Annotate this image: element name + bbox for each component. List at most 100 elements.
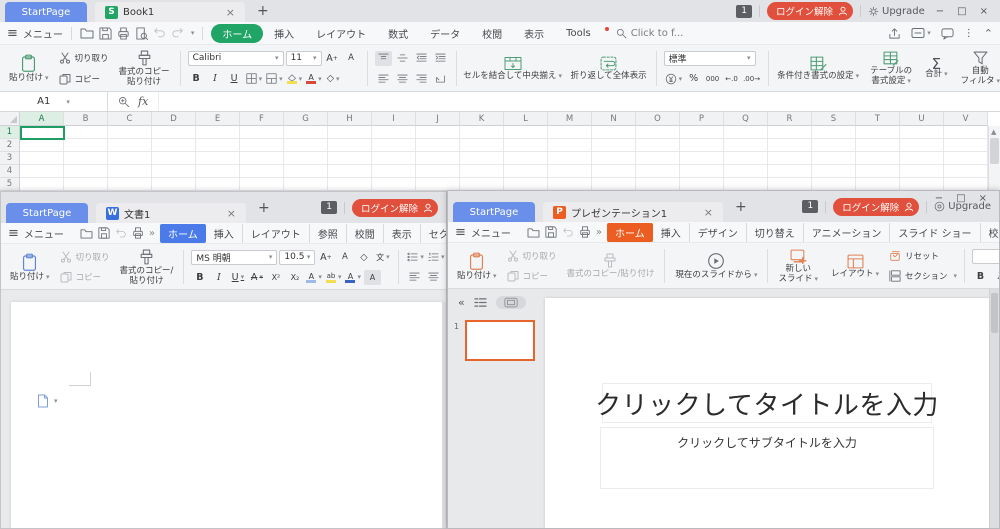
new-tab-button[interactable]: +	[723, 199, 759, 215]
paste-button[interactable]: 貼り付け▾	[452, 246, 502, 286]
table-format-button[interactable]: テーブルの 書式設定▾	[865, 48, 917, 89]
minimize-button[interactable]: −	[935, 193, 943, 204]
undo-icon[interactable]	[562, 227, 574, 238]
sum-button[interactable]: Σ 合計▾	[920, 48, 953, 89]
ribbon-tab-5[interactable]: アニメーション	[804, 223, 891, 242]
vertical-scrollbar[interactable]: ▲	[988, 126, 1000, 191]
fill-color-icon[interactable]: ▾	[286, 71, 304, 86]
paste-button[interactable]: 貼り付け▾	[5, 247, 55, 287]
number-format-select[interactable]: 標準▾	[664, 51, 756, 66]
column-header-H[interactable]: H	[328, 112, 372, 125]
more-quick-icons[interactable]: »	[596, 227, 602, 238]
close-tab-icon[interactable]: ×	[226, 6, 235, 19]
format-painter-button[interactable]: 書式のコピー/貼り付け	[562, 246, 660, 286]
font-name-select[interactable]: ▾	[972, 249, 999, 264]
phonetic-guide-icon[interactable]: 文▾	[374, 250, 391, 265]
font-name-select[interactable]: MS 明朝▾	[191, 250, 277, 265]
row-header-2[interactable]: 2	[0, 139, 19, 152]
format-painter-button[interactable]: 書式のコピー 貼り付け	[114, 48, 175, 89]
column-header-U[interactable]: U	[900, 112, 944, 125]
fx-icon[interactable]: fx	[138, 95, 148, 108]
notification-badge[interactable]: 1	[802, 200, 818, 213]
open-file-icon[interactable]	[527, 227, 540, 238]
character-shading-icon[interactable]: A	[364, 270, 381, 285]
switch-window-icon[interactable]: ▾	[911, 27, 931, 39]
subscript-icon[interactable]: X₂	[286, 270, 303, 285]
increase-font-icon[interactable]: A+	[317, 250, 334, 265]
print-icon[interactable]	[132, 227, 144, 239]
conditional-format-button[interactable]: 条件付き書式の設定▾	[774, 48, 862, 89]
undo-icon[interactable]	[115, 228, 127, 239]
zoom-formula-icon[interactable]	[118, 96, 130, 108]
cut-button[interactable]: 切り取り	[60, 251, 110, 263]
startpage-tab[interactable]: StartPage	[6, 203, 88, 223]
column-header-G[interactable]: G	[284, 112, 328, 125]
copy-button[interactable]: コピー	[59, 73, 109, 85]
column-header-P[interactable]: P	[680, 112, 724, 125]
paste-button[interactable]: 貼り付け▾	[4, 48, 54, 89]
vertical-scrollbar[interactable]	[442, 302, 446, 528]
new-tab-button[interactable]: +	[245, 3, 281, 19]
cells-area[interactable]: 12345	[0, 126, 988, 191]
close-tab-icon[interactable]: ×	[227, 207, 236, 220]
column-header-C[interactable]: C	[108, 112, 152, 125]
maximize-button[interactable]: □	[956, 193, 965, 204]
cut-button[interactable]: 切り取り	[59, 52, 109, 64]
menu-button[interactable]: メニュー	[471, 225, 511, 240]
column-header-M[interactable]: M	[548, 112, 592, 125]
outline-view-icon[interactable]	[474, 297, 487, 308]
column-header-J[interactable]: J	[416, 112, 460, 125]
scrollbar-thumb[interactable]	[990, 138, 999, 164]
column-header-K[interactable]: K	[460, 112, 504, 125]
italic-icon[interactable]: I	[991, 269, 999, 284]
print-icon[interactable]	[117, 27, 130, 40]
increase-font-icon[interactable]: A+	[324, 51, 341, 66]
decrease-indent-icon[interactable]	[413, 51, 430, 66]
column-header-A[interactable]: A	[20, 112, 64, 125]
column-header-E[interactable]: E	[196, 112, 240, 125]
font-size-select[interactable]: 10.5▾	[279, 250, 315, 265]
share-icon[interactable]	[888, 27, 901, 40]
numbered-list-icon[interactable]: ▾	[427, 250, 446, 265]
font-color-icon[interactable]: A▾	[344, 270, 362, 285]
column-header-N[interactable]: N	[592, 112, 636, 125]
print-preview-icon[interactable]	[135, 27, 148, 40]
scroll-up-icon[interactable]: ▲	[991, 128, 996, 136]
copy-button[interactable]: コピー	[507, 270, 557, 282]
ribbon-tab-4[interactable]: 切り替え	[747, 223, 804, 242]
column-header-Q[interactable]: Q	[724, 112, 768, 125]
save-icon[interactable]	[99, 27, 112, 40]
ribbon-tab-4[interactable]: 数式	[377, 24, 419, 43]
undo-icon[interactable]	[153, 27, 166, 39]
new-tab-button[interactable]: +	[246, 200, 282, 216]
ribbon-tab-6[interactable]: スライド ショー	[890, 223, 980, 242]
comma-style-icon[interactable]: 000	[704, 71, 721, 86]
hamburger-menu-icon[interactable]: ≡	[8, 226, 19, 241]
cell-shading-icon[interactable]: ▾	[265, 71, 284, 86]
select-all-corner[interactable]	[0, 112, 20, 126]
decrease-font-icon[interactable]: A	[343, 51, 360, 66]
align-right-icon[interactable]	[413, 71, 430, 86]
collapse-panel-icon[interactable]: «	[458, 296, 465, 309]
redo-icon[interactable]	[171, 27, 184, 39]
italic-icon[interactable]: I	[210, 270, 227, 285]
close-tab-icon[interactable]: ×	[704, 206, 713, 219]
document-page[interactable]: ▾	[11, 302, 443, 529]
document-tab-presentation1[interactable]: P プレゼンテーション1 ×	[543, 202, 723, 222]
startpage-tab[interactable]: StartPage	[5, 2, 87, 22]
notification-badge[interactable]: 1	[736, 5, 752, 18]
menu-button[interactable]: メニュー	[24, 226, 64, 241]
merge-center-button[interactable]: セルを結合して中央揃え▾	[462, 48, 564, 89]
startpage-tab[interactable]: StartPage	[453, 202, 535, 222]
ribbon-tab-3[interactable]: デザイン	[690, 223, 747, 242]
menu-button[interactable]: メニュー	[23, 26, 63, 41]
column-header-T[interactable]: T	[856, 112, 900, 125]
layout-button[interactable]: レイアウト▾	[826, 246, 884, 286]
restore-button[interactable]: □	[957, 6, 966, 17]
close-window-button[interactable]: ×	[980, 6, 988, 17]
bold-icon[interactable]: B	[191, 270, 208, 285]
ribbon-tab-3[interactable]: レイアウト	[305, 24, 377, 43]
ribbon-tab-4[interactable]: 参照	[310, 224, 347, 243]
wrap-text-button[interactable]: 折り返して全体表示	[567, 48, 651, 89]
bullet-list-icon[interactable]: ▾	[406, 250, 425, 265]
